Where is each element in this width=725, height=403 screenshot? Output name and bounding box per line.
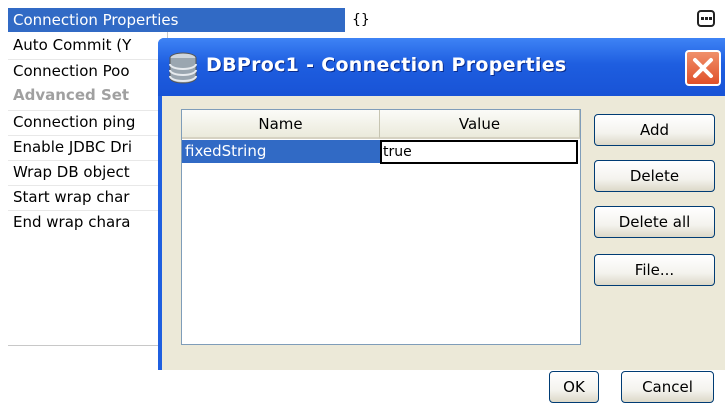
- dialog-client-area: Name Value fixedString true Add Delete D…: [162, 96, 725, 403]
- property-row-connection-ping[interactable]: Connection ping: [8, 110, 168, 132]
- property-row-connection-properties[interactable]: Connection Properties: [8, 8, 345, 32]
- property-category-advanced-settings[interactable]: Advanced Set: [8, 84, 168, 106]
- delete-all-button[interactable]: Delete all: [594, 206, 715, 238]
- property-row-wrap-db-object[interactable]: Wrap DB object: [8, 160, 168, 182]
- dialog-titlebar[interactable]: DBProc1 - Connection Properties: [158, 38, 725, 96]
- property-row-enable-jdbc-driver[interactable]: Enable JDBC Dri: [8, 135, 168, 157]
- property-row-end-wrap-char[interactable]: End wrap chara: [8, 210, 168, 232]
- connection-properties-dialog: DBProc1 - Connection Properties Name Val…: [158, 38, 725, 403]
- delete-button[interactable]: Delete: [594, 160, 715, 192]
- ok-button[interactable]: OK: [549, 371, 599, 403]
- properties-table[interactable]: Name Value fixedString true: [181, 109, 581, 345]
- database-icon: [168, 52, 198, 84]
- property-value-connection-properties[interactable]: {}: [352, 8, 370, 32]
- column-header-name[interactable]: Name: [182, 110, 380, 139]
- close-x-icon[interactable]: [685, 50, 721, 86]
- table-cell-name[interactable]: fixedString: [182, 140, 380, 163]
- property-row-start-wrap-char[interactable]: Start wrap char: [8, 185, 168, 207]
- file-button[interactable]: File...: [594, 254, 715, 286]
- cancel-button[interactable]: Cancel: [621, 371, 714, 403]
- add-button[interactable]: Add: [594, 114, 715, 146]
- ellipsis-icon[interactable]: [697, 10, 715, 27]
- table-cell-value-editor[interactable]: true: [380, 140, 578, 164]
- dialog-title: DBProc1 - Connection Properties: [206, 54, 567, 76]
- column-header-value[interactable]: Value: [380, 110, 580, 139]
- property-row-connection-pool[interactable]: Connection Poo: [8, 59, 168, 81]
- property-row-auto-commit[interactable]: Auto Commit (Y: [8, 34, 168, 56]
